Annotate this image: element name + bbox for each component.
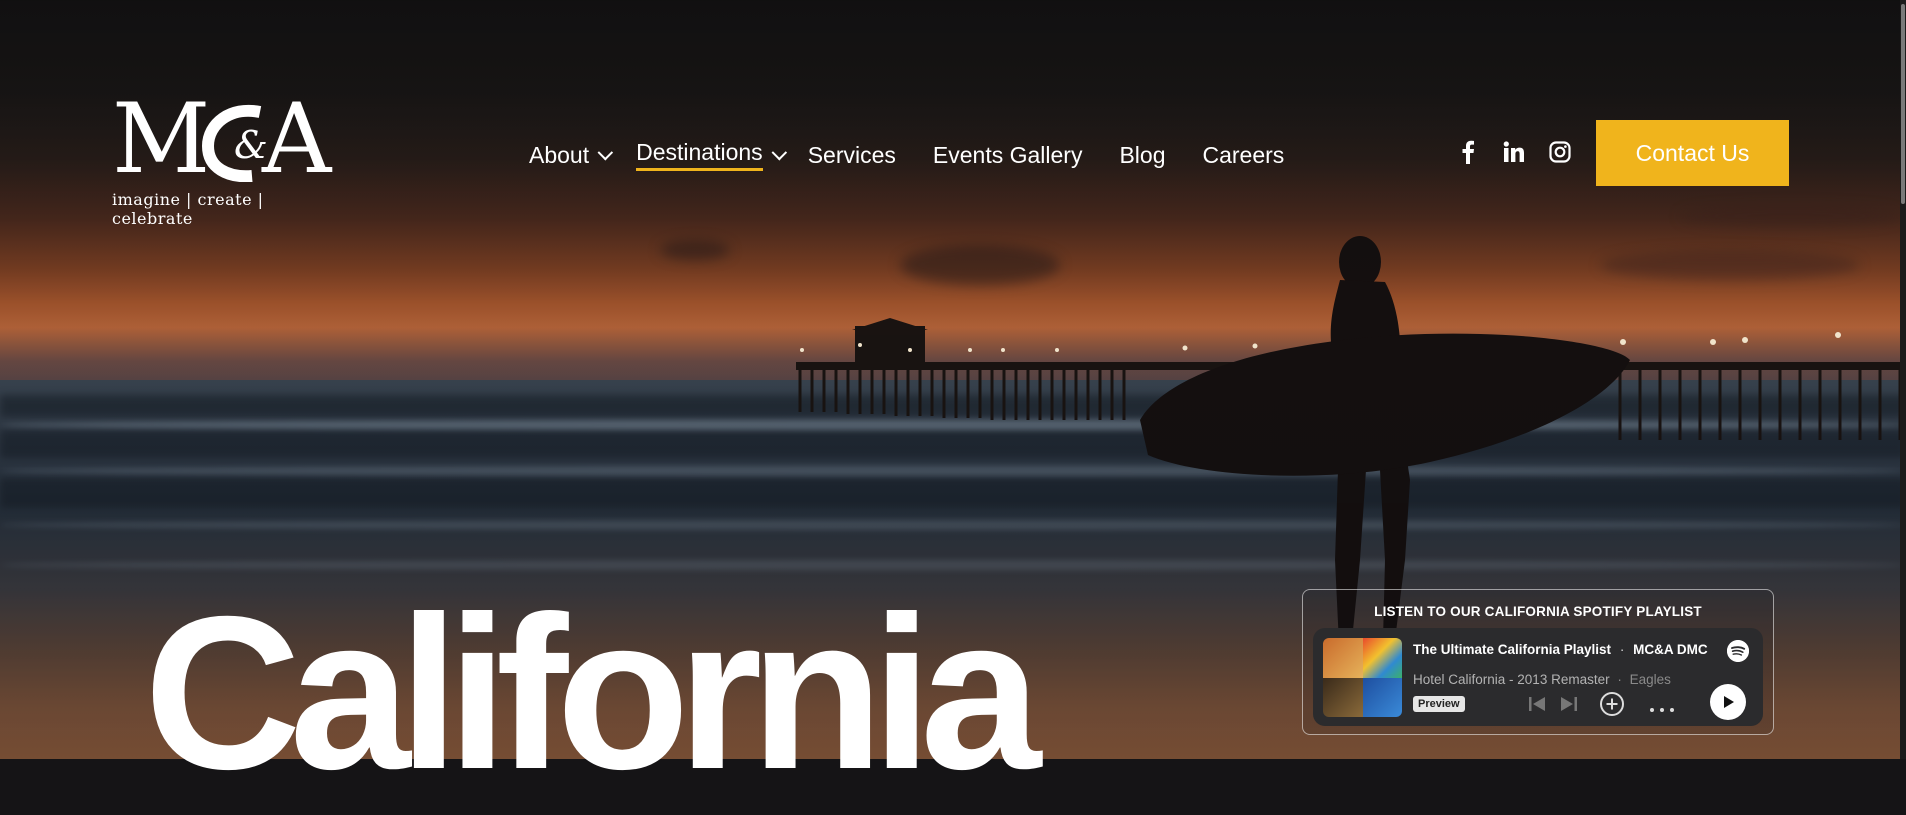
svg-text:M: M [112,86,206,182]
scrollbar-thumb[interactable] [1901,4,1905,204]
track-separator: · [1617,672,1622,687]
play-icon [1724,696,1734,708]
nav-item-label: Events Gallery [932,141,1083,168]
nav-item-about[interactable]: About [529,140,614,170]
linkedin-icon[interactable] [1502,140,1526,164]
chevron-down-icon [771,144,787,160]
nav-item-events-gallery[interactable]: Events Gallery [933,140,1083,170]
playlist-title-line[interactable]: The Ultimate California Playlist · MC&A … [1413,642,1708,657]
track-artist[interactable]: Eagles [1630,672,1671,687]
facebook-icon[interactable] [1456,140,1480,164]
page-scrollbar[interactable] [1900,0,1906,759]
main-nav: About Destinations Services Events Galle… [529,139,1285,171]
spotify-embed[interactable]: The Ultimate California Playlist · MC&A … [1313,628,1763,726]
brand-logo[interactable]: M & A imagine | create | celebrate [112,83,344,228]
spotify-playlist-widget: LISTEN TO OUR CALIFORNIA SPOTIFY PLAYLIS… [1302,589,1774,735]
nav-item-label: About [529,141,590,168]
playlist-heading: LISTEN TO OUR CALIFORNIA SPOTIFY PLAYLIS… [1374,604,1702,619]
now-playing-line: Hotel California - 2013 Remaster · Eagle… [1413,672,1671,687]
playlist-owner[interactable]: MC&A DMC [1633,642,1708,657]
play-button[interactable] [1710,684,1746,720]
instagram-icon[interactable] [1548,140,1572,164]
add-to-library-icon[interactable] [1599,691,1625,722]
playlist-title[interactable]: The Ultimate California Playlist [1413,642,1611,657]
nav-item-label: Blog [1119,141,1166,168]
track-name[interactable]: Hotel California - 2013 Remaster [1413,672,1610,687]
more-options-icon[interactable] [1649,700,1675,718]
svg-text:A: A [261,86,333,182]
nav-item-label: Careers [1202,141,1285,168]
logo-mark-graphic: M & A [112,83,339,195]
title-separator: · [1619,642,1625,657]
nav-item-services[interactable]: Services [808,140,896,170]
social-links [1456,140,1572,164]
logo-tagline: imagine | create | celebrate [112,190,264,228]
previous-track-icon[interactable] [1527,694,1547,719]
spotify-icon[interactable] [1727,640,1749,662]
nav-item-careers[interactable]: Careers [1203,140,1285,170]
hero-title: California [144,572,1041,815]
next-track-icon[interactable] [1559,694,1579,719]
nav-item-blog[interactable]: Blog [1119,140,1165,170]
contact-us-button[interactable]: Contact Us [1596,120,1789,186]
logo-mark: M & A [112,83,344,195]
chevron-down-icon [597,144,614,160]
nav-item-label: Destinations [636,139,763,171]
nav-item-destinations[interactable]: Destinations [636,139,787,171]
nav-item-label: Services [807,141,896,168]
playlist-cover[interactable] [1323,638,1402,717]
preview-badge: Preview [1413,696,1465,712]
